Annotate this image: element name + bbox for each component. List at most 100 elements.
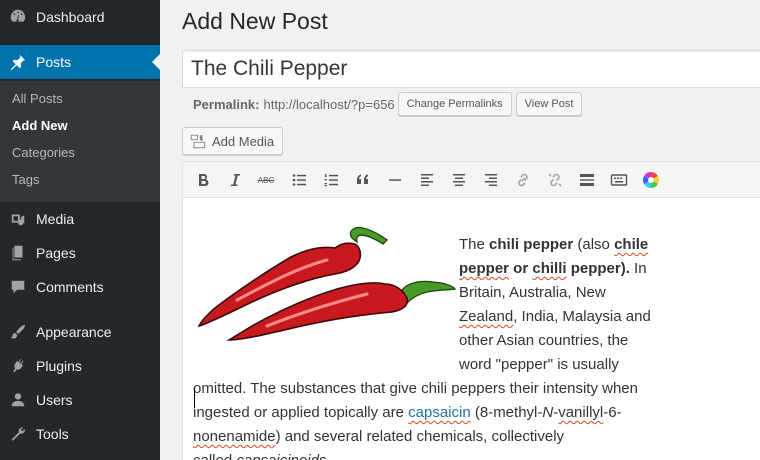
blockquote-button[interactable]	[351, 168, 375, 192]
text-run: chili pepper	[489, 236, 574, 253]
sidebar-item-dashboard[interactable]: Dashboard	[0, 0, 160, 34]
read-more-button[interactable]	[575, 168, 599, 192]
view-post-button[interactable]: View Post	[515, 92, 583, 116]
text-run: , India, Malaysia and	[513, 308, 651, 325]
text-run: (8-methyl-	[470, 404, 543, 421]
text-run: chile	[614, 236, 649, 253]
body-text-line: word "pepper" is usually	[459, 356, 619, 373]
media-icon	[0, 210, 36, 228]
text-run: called	[193, 452, 236, 460]
align-left-icon	[421, 174, 433, 186]
align-right-button[interactable]	[479, 168, 503, 192]
wrench-icon	[0, 425, 36, 443]
bold-icon	[199, 174, 209, 187]
horizontal-line-button[interactable]	[383, 168, 407, 192]
sidebar-item-users[interactable]: Users	[0, 383, 160, 417]
dashboard-icon	[0, 8, 36, 26]
bulleted-list-icon	[292, 174, 306, 186]
chili-pepper-image	[197, 226, 457, 341]
submenu-add-new[interactable]: Add New	[12, 118, 68, 133]
text-run: or	[509, 260, 533, 277]
text-run: (also	[573, 236, 615, 253]
link-icon	[518, 173, 528, 187]
permalink-url[interactable]: http://localhost/?p=656	[263, 97, 394, 112]
text-run: ) and several related chemicals, collect…	[275, 428, 565, 445]
permalink-label: Permalink:	[193, 96, 260, 112]
text-run: vanillyl	[558, 404, 604, 421]
text-run: other Asian countries, the	[459, 332, 629, 349]
submenu-all-posts[interactable]: All Posts	[12, 91, 63, 106]
horizontal-line-icon	[389, 179, 401, 181]
body-text-line: Britain, Australia, New	[459, 284, 606, 301]
body-text-line: ingested or applied topically are capsai…	[193, 404, 622, 421]
sidebar-item-plugins[interactable]: Plugins	[0, 349, 160, 383]
body-text-line: Zealand, India, Malaysia and	[459, 308, 651, 325]
color-wheel-icon	[643, 172, 659, 188]
posts-submenu: All Posts Add New Categories Tags	[0, 81, 160, 202]
sidebar-item-label: Comments	[36, 279, 104, 295]
keyboard-icon	[610, 174, 628, 186]
body-text-line: The chili pepper (also chile	[459, 236, 648, 253]
post-title-input[interactable]	[182, 50, 760, 88]
body-text-line: nonenamide) and several related chemical…	[193, 428, 564, 445]
bold-button[interactable]	[191, 168, 215, 192]
sidebar-item-appearance[interactable]: Appearance	[0, 315, 160, 349]
body-text-line: other Asian countries, the	[459, 332, 628, 349]
text-run: -6-	[603, 404, 622, 421]
comments-icon	[0, 278, 36, 296]
permalink-row: Permalink: http://localhost/?p=656 Chang…	[193, 92, 583, 116]
align-left-button[interactable]	[415, 168, 439, 192]
submenu-categories[interactable]: Categories	[12, 145, 75, 160]
numbered-list-button[interactable]	[319, 168, 343, 192]
text-run: .	[326, 452, 330, 460]
plug-icon	[0, 357, 36, 375]
text-run: chilli	[532, 260, 567, 277]
italic-icon	[231, 174, 240, 186]
sidebar-item-label: Posts	[36, 54, 72, 70]
sidebar-item-label: Appearance	[36, 324, 112, 340]
toolbar-toggle-button[interactable]	[607, 168, 631, 192]
paintbrush-icon	[0, 323, 36, 341]
admin-sidebar: Dashboard Posts All Posts Add New Catego…	[0, 0, 160, 460]
sidebar-item-pages[interactable]: Pages	[0, 236, 160, 270]
post-editor: ABC The chili pepper (also chile pepper …	[182, 161, 760, 460]
page-title: Add New Post	[182, 8, 328, 34]
align-center-button[interactable]	[447, 168, 471, 192]
pages-icon	[0, 244, 36, 262]
read-more-icon	[580, 174, 594, 186]
sidebar-item-label: Users	[36, 392, 73, 408]
strikethrough-icon: ABC	[257, 175, 275, 185]
text-run: Zealand	[459, 308, 514, 325]
sidebar-item-posts[interactable]: Posts	[0, 45, 160, 79]
sidebar-item-label: Plugins	[36, 358, 82, 374]
sidebar-item-label: Tools	[36, 426, 69, 442]
bulleted-list-button[interactable]	[287, 168, 311, 192]
change-permalinks-button[interactable]: Change Permalinks	[397, 92, 512, 116]
editor-toolbar: ABC	[183, 162, 760, 198]
insert-link-button[interactable]	[511, 168, 535, 192]
add-media-icon	[190, 134, 206, 149]
submenu-tags[interactable]: Tags	[12, 172, 39, 187]
remove-link-button[interactable]	[543, 168, 567, 192]
numbered-list-icon	[324, 174, 338, 187]
sidebar-item-label: Pages	[36, 245, 76, 261]
sidebar-item-media[interactable]: Media	[0, 202, 160, 236]
add-media-button[interactable]: Add Media	[182, 127, 284, 155]
strikethrough-button[interactable]: ABC	[254, 168, 278, 192]
text-run: The	[459, 236, 490, 253]
editor-content[interactable]: The chili pepper (also chile pepper or ch…	[183, 198, 760, 460]
sidebar-item-comments[interactable]: Comments	[0, 270, 160, 304]
text-run: nonenamide	[193, 428, 276, 445]
text-run: word "pepper" is usually	[459, 356, 619, 373]
italic-button[interactable]	[223, 168, 247, 192]
text-run: capsaicin	[408, 404, 471, 421]
text-run: In	[629, 260, 647, 277]
users-icon	[0, 391, 36, 409]
align-center-icon	[453, 174, 465, 186]
text-run: Britain, Australia, New	[459, 284, 606, 301]
text-cursor	[194, 388, 195, 408]
sidebar-item-label: Dashboard	[36, 9, 105, 25]
text-run: omitted. The substances that give chili …	[193, 380, 638, 397]
text-color-button[interactable]	[639, 168, 663, 192]
sidebar-item-tools[interactable]: Tools	[0, 417, 160, 451]
